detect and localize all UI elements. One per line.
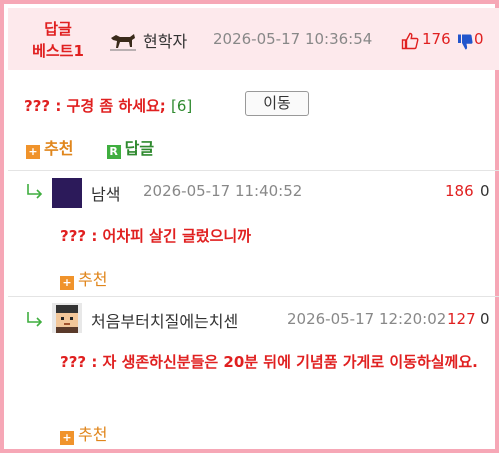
best-label-line1: 답글: [44, 20, 72, 38]
reply-button[interactable]: R 답글: [106, 139, 155, 159]
reply-down-count[interactable]: 0: [480, 182, 490, 200]
plus-icon: +: [60, 276, 74, 290]
reply-r-icon: R: [106, 145, 121, 159]
best-date: 2026-05-17 10:36:54: [213, 30, 373, 48]
thumbs-up-icon[interactable]: [401, 32, 419, 50]
avatar[interactable]: [52, 178, 82, 208]
best-writer-name[interactable]: 현학자: [143, 28, 187, 52]
reply-arrow-icon: [27, 184, 43, 199]
reply-author[interactable]: 남색: [91, 181, 120, 205]
reply-recommend-button[interactable]: + 추천: [60, 421, 107, 445]
reply-body: ??? : 어차피 살긴 글렀으니까: [60, 227, 251, 245]
main-comment-body: ??? : 구경 좀 하세요;: [24, 97, 166, 115]
avatar[interactable]: [52, 303, 82, 333]
thumbs-down-icon[interactable]: [457, 33, 473, 51]
plus-icon: +: [60, 431, 74, 445]
reply-author[interactable]: 처음부터치질에는치센: [91, 308, 238, 332]
best-reply-header: 답글 베스트1 현학자 2026-05-17 10:36:54 176 0: [8, 8, 499, 70]
main-comment-text: ??? : 구경 좀 하세요; [6]: [24, 95, 192, 116]
best-label-line2: 베스트1: [32, 42, 84, 60]
comment-panel: 답글 베스트1 현학자 2026-05-17 10:36:54 176 0 ??…: [0, 0, 499, 453]
reply-down-count[interactable]: 0: [480, 310, 490, 328]
recommend-label: 추천: [78, 270, 108, 289]
reply-label: 답글: [124, 139, 155, 158]
recommend-button[interactable]: + 추천: [26, 139, 79, 159]
recommend-label: 추천: [44, 139, 74, 158]
reply-up-count[interactable]: 127: [447, 310, 476, 328]
best-reply-badge: 답글 베스트1: [22, 18, 94, 62]
move-button[interactable]: 이동: [245, 91, 309, 116]
reply-date: 2026-05-17 12:20:02: [287, 310, 447, 328]
reply-up-count[interactable]: 186: [445, 182, 474, 200]
reply-arrow-icon: [27, 312, 43, 327]
reply-body: ??? : 자 생존하신분들은 20분 뒤에 기념품 가게로 이동하실께요.: [60, 353, 478, 371]
reply-date: 2026-05-17 11:40:52: [143, 182, 303, 200]
reply-item: 처음부터치질에는치센 2026-05-17 12:20:02 127 0 ???…: [8, 297, 499, 453]
reply-recommend-button[interactable]: + 추천: [60, 266, 107, 290]
dog-level-icon: [110, 34, 136, 51]
comment-actions: + 추천 R 답글: [26, 135, 154, 159]
best-down-count: 0: [474, 30, 484, 48]
reply-count[interactable]: [6]: [171, 97, 192, 115]
best-up-count: 176: [422, 30, 451, 48]
recommend-label: 추천: [78, 425, 108, 444]
reply-item: 남색 2026-05-17 11:40:52 186 0 ??? : 어차피 살…: [8, 171, 499, 295]
plus-icon: +: [26, 145, 40, 159]
